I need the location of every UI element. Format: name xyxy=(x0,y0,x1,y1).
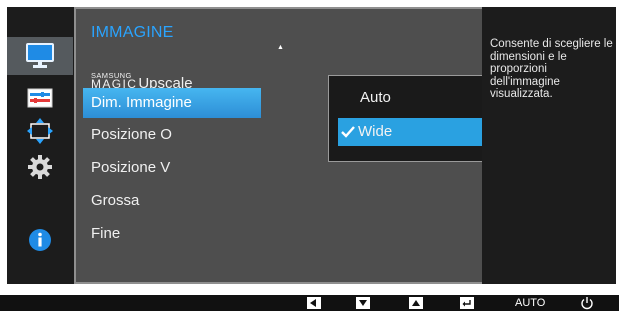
menu-item-label: Grossa xyxy=(91,192,140,209)
osd-window: IMMAGINE ▲ SAMSUNG MAGIC Upscale Dim. Im… xyxy=(7,7,616,284)
power-button[interactable] xyxy=(580,296,594,310)
up-arrow-icon xyxy=(412,300,420,306)
auto-button[interactable]: AUTO xyxy=(515,296,545,310)
category-picture[interactable] xyxy=(7,37,73,75)
size-position-icon xyxy=(27,118,53,144)
category-size-position[interactable] xyxy=(7,112,73,150)
menu-item-magic-upscale[interactable]: SAMSUNG MAGIC Upscale xyxy=(83,59,261,91)
option-label: Wide xyxy=(358,123,393,140)
menu-item-coarse[interactable]: Grossa xyxy=(83,186,261,216)
menu-item-image-size[interactable]: Dim. Immagine xyxy=(83,88,261,118)
picture-menu-panel: IMMAGINE ▲ SAMSUNG MAGIC Upscale Dim. Im… xyxy=(74,7,535,284)
settings-gear-icon xyxy=(28,155,52,179)
option-label: Auto xyxy=(360,89,391,106)
enter-button[interactable] xyxy=(460,297,474,309)
power-icon xyxy=(581,297,593,310)
down-arrow-icon xyxy=(359,300,367,306)
down-arrow-button[interactable] xyxy=(356,297,370,309)
bottom-button-bar: AUTO xyxy=(0,295,619,311)
checkmark-icon xyxy=(340,118,358,150)
description-panel: Consente di scegliere le dimensioni e le… xyxy=(482,7,616,284)
category-icon-column xyxy=(7,7,73,284)
menu-title: IMMAGINE xyxy=(91,24,174,41)
menu-item-h-position[interactable]: Posizione O xyxy=(83,120,261,150)
category-information[interactable] xyxy=(7,221,73,259)
scroll-up-icon[interactable]: ▲ xyxy=(277,44,284,51)
menu-item-fine[interactable]: Fine xyxy=(83,219,261,249)
menu-item-label: Posizione V xyxy=(91,159,171,176)
menu-item-label: Fine xyxy=(91,225,121,242)
description-text: Consente di scegliere le dimensioni e le… xyxy=(490,38,613,100)
info-icon xyxy=(29,229,51,251)
color-adjust-icon xyxy=(27,88,53,108)
left-arrow-button[interactable] xyxy=(307,297,321,309)
menu-item-label: Dim. Immagine xyxy=(91,94,192,111)
menu-item-label: Posizione O xyxy=(91,126,172,143)
enter-icon xyxy=(462,299,471,306)
up-arrow-button[interactable] xyxy=(409,297,423,309)
left-arrow-icon xyxy=(310,299,316,307)
category-system[interactable] xyxy=(7,148,73,186)
monitor-icon xyxy=(26,43,54,68)
menu-item-v-position[interactable]: Posizione V xyxy=(83,153,261,183)
